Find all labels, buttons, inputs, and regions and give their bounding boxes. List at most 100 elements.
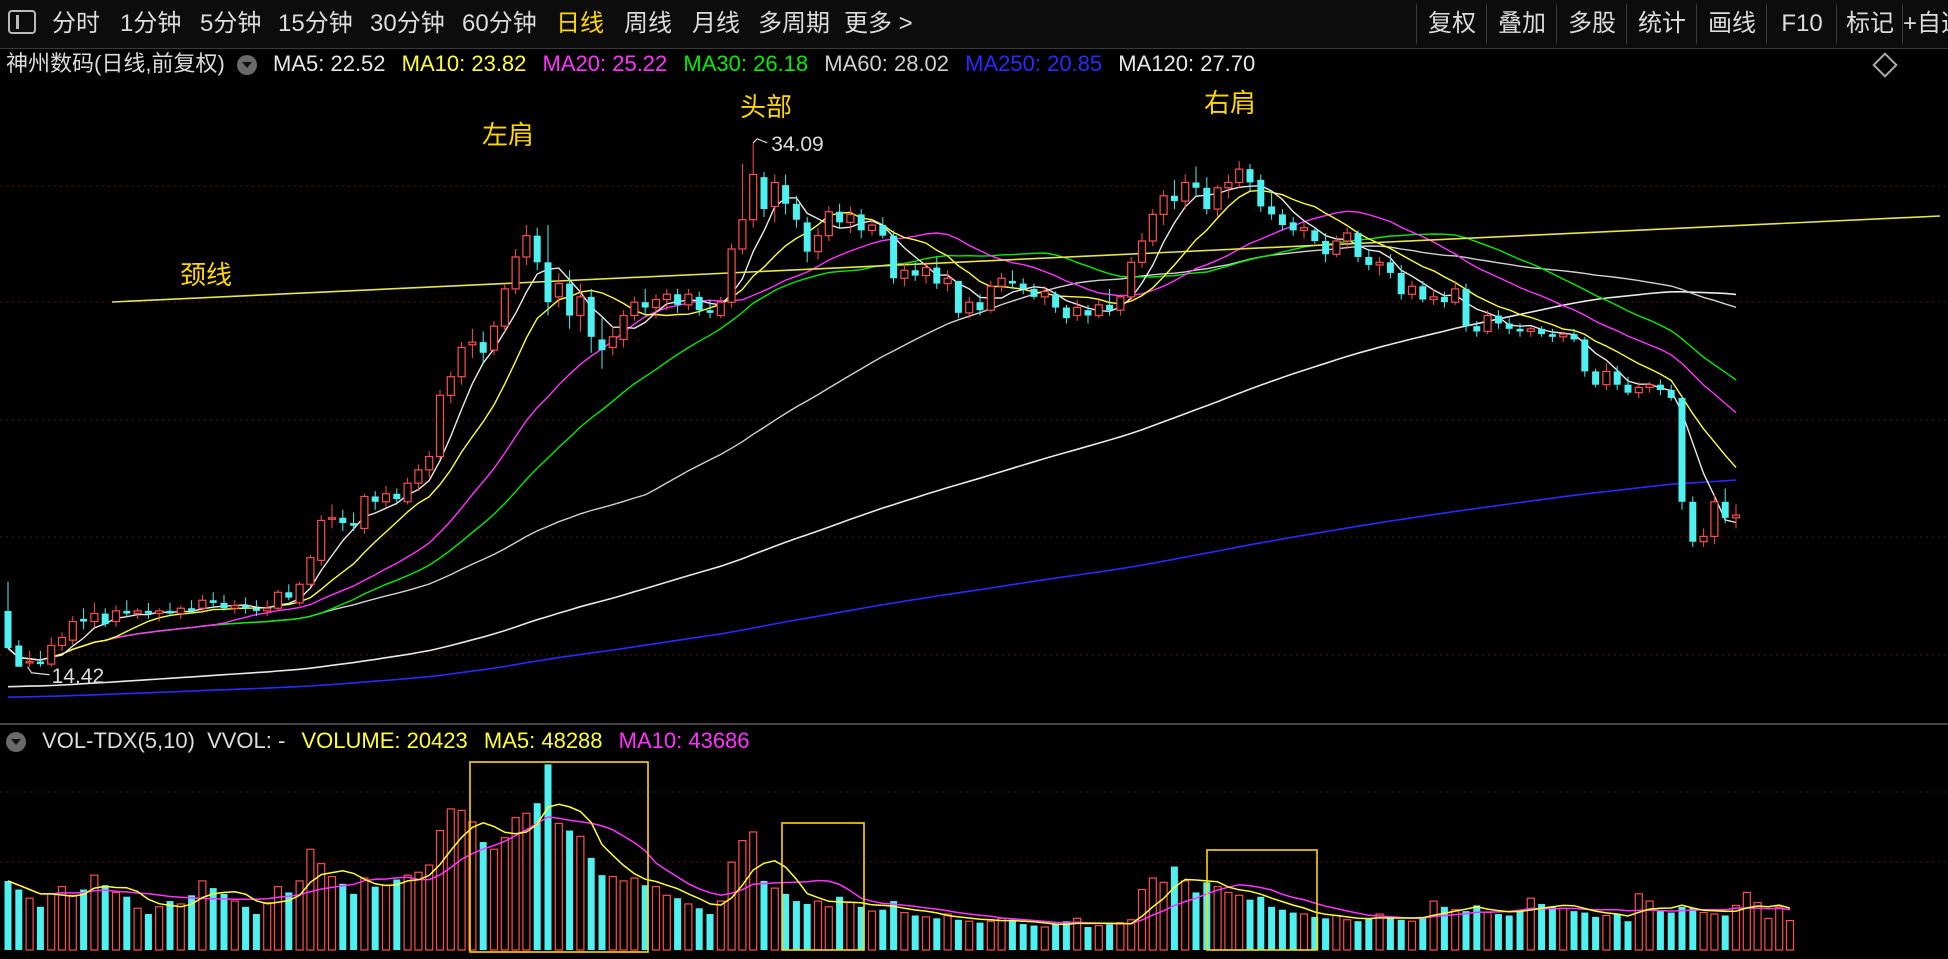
candle-body	[1159, 195, 1168, 215]
candle-body	[1602, 370, 1611, 386]
candle-body	[813, 235, 823, 253]
volume-bar	[1246, 899, 1254, 950]
volume-bar	[414, 871, 423, 951]
volume-bar	[133, 907, 142, 951]
volume-bar	[1526, 897, 1535, 951]
candle-body	[608, 336, 617, 349]
volume-bar	[4, 880, 12, 950]
volume-bar	[1678, 906, 1686, 950]
volume-bar	[997, 917, 1006, 951]
candle-body	[846, 213, 855, 223]
volume-bar	[350, 893, 358, 950]
volume-bar	[1062, 921, 1070, 950]
volume-bar	[381, 884, 391, 951]
volume-bar	[619, 880, 628, 951]
candle-body	[479, 342, 487, 353]
volume-bar	[1429, 900, 1438, 951]
candle-body	[587, 296, 595, 337]
candle-body	[824, 211, 833, 237]
volume-bar	[1775, 906, 1784, 951]
candle-body	[706, 310, 714, 313]
candle-body	[986, 285, 995, 311]
volume-bar	[1785, 920, 1795, 951]
volume-bar	[166, 901, 174, 950]
candle-body	[921, 267, 931, 277]
volume-bar	[252, 914, 260, 950]
volume-bar	[879, 909, 887, 950]
volume-bar	[674, 898, 682, 950]
volume-bar	[1731, 904, 1741, 951]
candle-body	[1094, 304, 1103, 317]
volume-bar	[1040, 926, 1049, 951]
candle-body	[457, 346, 466, 378]
right-shoulder-label: 右肩	[1204, 89, 1256, 119]
candle-body	[598, 339, 606, 351]
candle-body	[273, 591, 283, 609]
candle-body	[381, 493, 391, 503]
volume-bar	[1192, 892, 1200, 950]
candle-body	[803, 222, 811, 252]
candle-body	[630, 301, 639, 317]
volume-bar	[965, 920, 974, 951]
candle-body	[1127, 261, 1136, 298]
candle-body	[1429, 296, 1438, 301]
low-pointer	[27, 666, 50, 676]
candle-body	[155, 610, 164, 615]
volume-bar	[90, 874, 99, 951]
volume-bar	[1753, 901, 1762, 951]
volume-bar	[435, 829, 445, 951]
volume-bar	[867, 910, 877, 951]
candle-body	[1343, 232, 1352, 242]
candle-body	[1278, 214, 1286, 226]
candle-body	[727, 248, 736, 303]
volume-bar	[1634, 893, 1643, 951]
candle-body	[943, 277, 952, 285]
candle-body	[1257, 179, 1265, 207]
candle-body	[619, 314, 628, 341]
candle-body	[1019, 283, 1027, 289]
candlestick-chart: 34.09 14.42 左肩 头部 右肩颈线	[0, 89, 1948, 953]
candle-body	[1678, 398, 1686, 502]
volume-bar	[371, 886, 379, 950]
candle-body	[1473, 326, 1481, 332]
candle-body	[468, 341, 477, 346]
volume-bar	[544, 764, 552, 950]
candle-body	[1526, 328, 1535, 333]
volume-bar	[846, 901, 855, 951]
volume-bar	[111, 891, 121, 951]
candle-body	[1365, 256, 1373, 265]
volume-bar	[1052, 924, 1060, 950]
volume-bar	[1030, 925, 1038, 950]
volume-bar	[716, 900, 725, 951]
candle-body	[176, 607, 185, 615]
volume-bar	[933, 918, 941, 950]
volume-bar	[500, 837, 509, 951]
high-pointer	[752, 138, 768, 144]
volume-bar	[1742, 891, 1751, 951]
candle-body	[1148, 213, 1157, 242]
volume-bar	[1624, 921, 1632, 950]
volume-bar	[760, 880, 768, 950]
volume-bar	[1181, 880, 1190, 951]
candle-body	[306, 557, 315, 585]
candle-body	[1505, 323, 1513, 329]
ma10-line	[7, 189, 1737, 661]
volume-bar	[1451, 909, 1460, 951]
volume-bar	[242, 906, 250, 950]
candle-body	[566, 283, 574, 316]
volume-bar	[155, 906, 164, 951]
volume-bar	[1094, 924, 1103, 951]
low-price-label: 14.42	[52, 665, 105, 688]
volume-bar	[360, 877, 369, 951]
candle-body	[879, 225, 887, 236]
volume-bar	[306, 848, 315, 951]
candle-body	[1246, 169, 1254, 183]
candle-body	[4, 610, 12, 649]
volume-bar	[176, 903, 185, 951]
candle-body	[782, 185, 790, 204]
candle-body	[446, 376, 455, 396]
volume-bar	[662, 894, 671, 951]
candle-body	[327, 517, 337, 520]
volume-bar	[1257, 896, 1265, 950]
candle-body	[965, 301, 974, 314]
